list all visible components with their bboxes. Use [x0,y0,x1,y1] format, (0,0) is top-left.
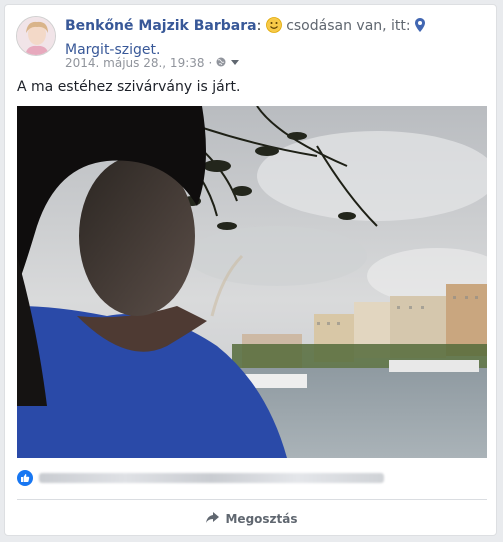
smiley-emoji-icon [265,17,282,40]
header-colon: : [256,18,262,34]
share-label: Megosztás [225,512,298,526]
reactions-bar[interactable] [17,470,384,486]
location-pin-icon [415,18,426,39]
post-photo[interactable] [17,106,487,458]
feeling-text: csodásan van, itt: [286,18,411,34]
caret-down-icon[interactable] [230,55,240,71]
divider [17,499,487,500]
reaction-names-blurred [39,473,384,483]
post-card: Benkőné Majzik Barbara: csodásan van, it… [4,4,497,536]
globe-icon[interactable] [216,55,226,71]
share-button[interactable]: Megosztás [17,507,487,531]
share-arrow-icon [206,512,220,526]
like-icon [17,470,33,486]
post-meta: 2014. május 28., 19:38 · [65,55,240,71]
meta-separator: · [208,56,213,70]
post-text: A ma estéhez szivárvány is járt. [17,79,241,95]
timestamp[interactable]: 2014. május 28., 19:38 [65,55,205,71]
author-name[interactable]: Benkőné Majzik Barbara [65,18,257,34]
avatar[interactable] [16,16,56,56]
